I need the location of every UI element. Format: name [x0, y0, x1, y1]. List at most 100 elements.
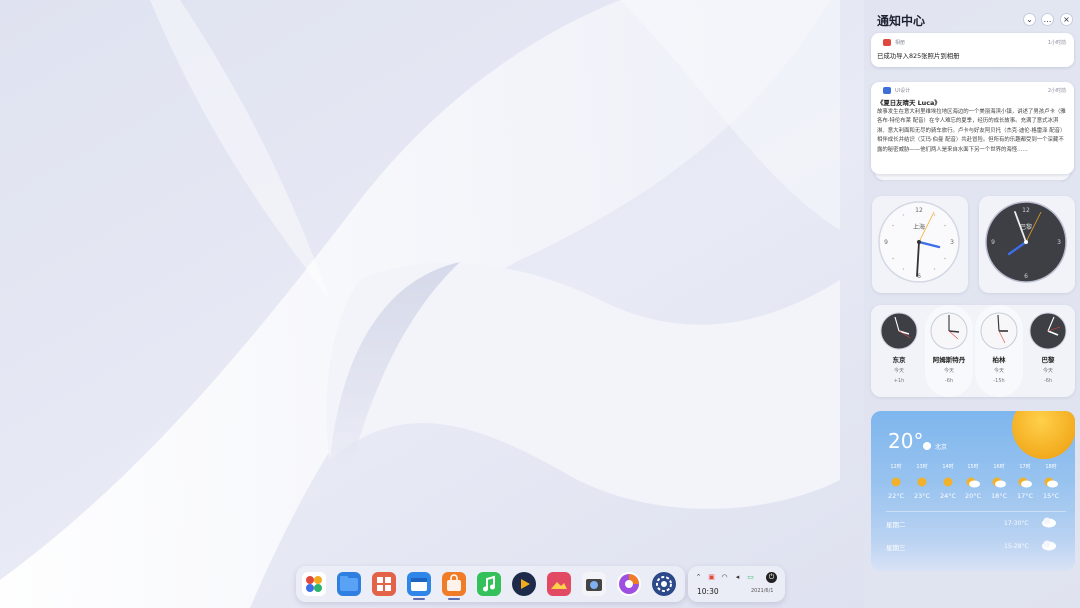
browser-icon[interactable]: [617, 572, 641, 596]
analog-clock-dark: 12369 巴黎: [985, 201, 1067, 283]
hourly-time: 15时: [967, 464, 979, 470]
sun-icon: [943, 477, 953, 487]
world-clock-day: 今天: [1042, 368, 1053, 374]
location-pin-icon: [923, 442, 931, 450]
notification-time: 2小时前: [1047, 88, 1066, 94]
svg-text:9: 9: [884, 239, 888, 246]
current-temperature: 20°: [888, 429, 924, 453]
notification-body: 故事发生在意大利里维埃拉地区海边的一个美丽海滨小镇，讲述了男孩卢卡（雅各布·特伦…: [877, 109, 1066, 153]
svg-text:12: 12: [1022, 207, 1030, 214]
launcher-icon[interactable]: [302, 572, 326, 596]
hourly-temperature: 18°C: [990, 492, 1008, 500]
daily-range: 15-28°C: [1004, 543, 1029, 550]
world-clock-city: 东京: [892, 356, 906, 364]
notification-message: 已成功导入825张照片到相册: [877, 52, 960, 60]
hourly-time: 14时: [942, 464, 954, 470]
notification-app-name: UI设计: [895, 88, 911, 94]
world-clock-item[interactable]: 巴黎 今天 -6h: [1024, 305, 1072, 397]
world-clock-item[interactable]: 柏林 今天 -15h: [975, 305, 1023, 397]
world-clock-day: 今天: [943, 368, 954, 374]
clock-widget-paris[interactable]: 12 3 6 9 巴黎: [979, 196, 1075, 293]
chevron-up-icon[interactable]: ⌃: [694, 573, 703, 582]
running-indicator: [413, 598, 425, 600]
settings-gear-icon[interactable]: [652, 572, 676, 596]
cloud-icon: [1042, 517, 1056, 528]
running-indicator: [448, 598, 460, 600]
weather-widget[interactable]: 20° 北京 12时 22°C 13时 23°C 14时 24°C 15时 20°C 16时 18…: [871, 411, 1075, 571]
battery-icon[interactable]: ▭: [746, 573, 755, 582]
video-player-icon[interactable]: [512, 572, 536, 596]
mini-clock-light: [980, 312, 1018, 350]
cloud-sun-icon: [1044, 477, 1058, 488]
divider: [886, 511, 1066, 512]
svg-text:3: 3: [950, 239, 954, 246]
hourly-temperature: 15°C: [1042, 492, 1060, 500]
notification-card-album[interactable]: 相册 1小时前 已成功导入825张照片到相册: [871, 33, 1074, 67]
notification-icon[interactable]: ▣: [707, 573, 716, 582]
app-store-icon[interactable]: [372, 572, 396, 596]
hourly-time: 17时: [1019, 464, 1031, 470]
svg-text:6: 6: [1024, 273, 1028, 280]
world-clock-offset: -6h: [944, 378, 954, 384]
cloud-sun-icon: [992, 477, 1006, 488]
hourly-temperature: 20°C: [964, 492, 982, 500]
world-clock-city: 阿姆斯特丹: [932, 356, 966, 364]
hourly-temperature: 24°C: [939, 492, 957, 500]
clock-city-label: 上海: [913, 223, 925, 231]
mini-clock-dark: [1029, 312, 1067, 350]
daily-day: 星期三: [886, 544, 906, 552]
world-clock-city: 巴黎: [1041, 356, 1055, 364]
notification-center-title: 通知中心: [877, 14, 926, 28]
ui-app-icon: [883, 87, 891, 94]
cloud-sun-icon: [966, 477, 980, 488]
daily-day: 星期二: [886, 521, 906, 529]
notification-time: 1小时前: [1047, 40, 1066, 46]
analog-clock-light: 12369 上海: [878, 201, 960, 283]
system-tray: ⌃ ▣ ◠ ◂ ▭ ⏻ 10:30 2021/6/1: [688, 566, 785, 602]
notification-app-name: 相册: [895, 40, 906, 46]
mini-clock-dark: [880, 312, 918, 350]
cloud-sun-icon: [1018, 477, 1032, 488]
world-clock-offset: -15h: [993, 378, 1005, 384]
file-manager-icon[interactable]: [337, 572, 361, 596]
notification-card-movie[interactable]: UI设计 2小时前 《夏日友晴天 Luca》 故事发生在意大利里维埃拉地区海边的…: [871, 82, 1074, 174]
world-clock-city: 柏林: [992, 356, 1006, 364]
wifi-icon[interactable]: ◠: [720, 573, 729, 582]
world-clock-day: 今天: [893, 368, 904, 374]
volume-icon[interactable]: ◂: [733, 573, 742, 582]
store-bag-icon[interactable]: [442, 572, 466, 596]
sun-icon: [891, 477, 901, 487]
hourly-temperature: 23°C: [913, 492, 931, 500]
world-clock-widget[interactable]: 东京 今天 +1h 阿姆斯特丹 今天 -6h 柏林 今天 -15h 巴黎 今天 …: [871, 305, 1075, 397]
world-clock-offset: +1h: [893, 378, 905, 384]
hourly-time: 12时: [890, 464, 902, 470]
camera-icon[interactable]: [582, 572, 606, 596]
more-button[interactable]: …: [1041, 13, 1054, 26]
clock-widget-shanghai[interactable]: 12 3 6 9 上海: [872, 196, 968, 293]
svg-text:9: 9: [991, 239, 995, 246]
dock: [296, 566, 685, 602]
mini-clock-light: [930, 312, 968, 350]
svg-text:3: 3: [1057, 239, 1061, 246]
svg-text:12: 12: [915, 207, 923, 214]
cloud-icon: [1042, 540, 1056, 551]
notification-center-header: 通知中心 ⌄ … ×: [877, 11, 1073, 31]
album-app-icon: [883, 39, 891, 46]
calendar-icon[interactable]: [407, 572, 431, 596]
collapse-button[interactable]: ⌄: [1023, 13, 1036, 26]
daily-range: 17-30°C: [1004, 520, 1029, 527]
world-clock-item[interactable]: 阿姆斯特丹 今天 -6h: [925, 305, 973, 397]
close-button[interactable]: ×: [1060, 13, 1073, 26]
sun-icon: [917, 477, 927, 487]
image-viewer-icon[interactable]: [547, 572, 571, 596]
world-clock-offset: -6h: [1043, 378, 1053, 384]
music-icon[interactable]: [477, 572, 501, 596]
hourly-time: 13时: [916, 464, 928, 470]
hourly-time: 18时: [1045, 464, 1057, 470]
clock-date[interactable]: 2021/6/1: [751, 588, 773, 594]
hourly-temperature: 22°C: [887, 492, 905, 500]
hourly-time: 16时: [993, 464, 1005, 470]
world-clock-item[interactable]: 东京 今天 +1h: [875, 305, 923, 397]
power-icon[interactable]: ⏻: [766, 572, 777, 583]
clock-time[interactable]: 10:30: [697, 587, 719, 596]
